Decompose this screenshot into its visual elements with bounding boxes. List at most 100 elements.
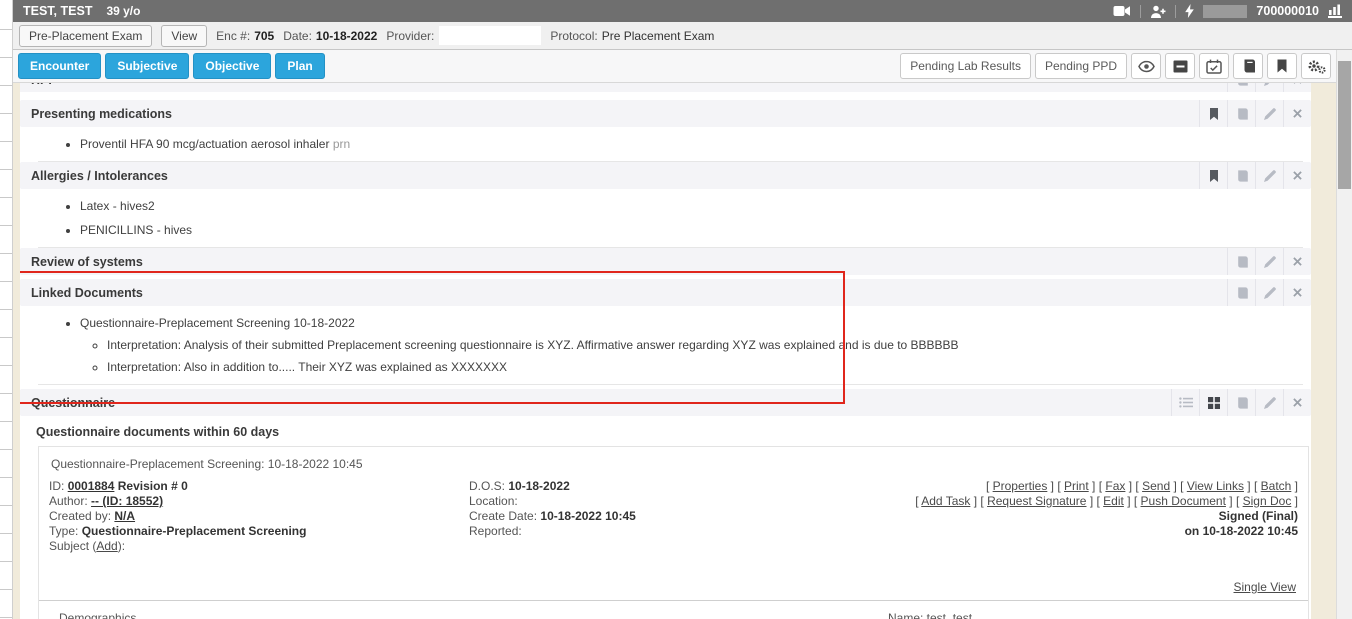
document-id-link[interactable]: 0001884 (68, 479, 115, 493)
patient-age: 39 y/o (106, 4, 140, 18)
journal-icon[interactable] (1227, 279, 1255, 306)
send-link[interactable]: Send (1142, 479, 1170, 493)
edit-icon[interactable] (1255, 162, 1283, 189)
grid-view-icon[interactable] (1199, 389, 1227, 416)
interpretation-text: Interpretation: Analysis of their submit… (107, 338, 959, 352)
questionnaire-document-panel: Questionnaire-Preplacement Screening: 10… (38, 446, 1309, 619)
allergy-text: PENICILLINS - hives (80, 223, 192, 237)
eye-icon[interactable] (1131, 53, 1161, 79)
print-link[interactable]: Print (1064, 479, 1089, 493)
bookmark-icon[interactable] (1267, 53, 1297, 79)
tab-encounter[interactable]: Encounter (18, 53, 101, 79)
scrollbar-thumb[interactable] (1338, 61, 1351, 189)
toolbar: Encounter Subjective Objective Plan Pend… (13, 50, 1336, 83)
left-ruler (0, 0, 13, 619)
provider-input[interactable] (439, 26, 541, 45)
section-header-review-of-systems: Review of systems (20, 248, 1311, 275)
view-links-link[interactable]: View Links (1187, 479, 1244, 493)
inbox-icon[interactable] (1165, 53, 1195, 79)
subject-label-end: ): (118, 539, 125, 553)
divider (1175, 5, 1176, 18)
enc-number-label: Enc #: (216, 29, 250, 43)
interpretation-item: Interpretation: Also in addition to.....… (107, 360, 1311, 375)
section-title: Linked Documents (31, 286, 143, 300)
interpretation-list: Interpretation: Analysis of their submit… (80, 331, 1311, 375)
remove-icon[interactable] (1283, 83, 1311, 92)
add-patient-icon[interactable] (1150, 5, 1166, 18)
add-task-link[interactable]: Add Task (921, 494, 970, 508)
properties-link[interactable]: Properties (993, 479, 1048, 493)
provider-label: Provider: (386, 29, 434, 43)
date-label: Date: (283, 29, 312, 43)
section-actions (1227, 83, 1311, 92)
journal-icon[interactable] (1227, 162, 1255, 189)
section-title: HPI (31, 83, 52, 87)
section-title: Allergies / Intolerances (31, 169, 168, 183)
edit-icon[interactable] (1255, 279, 1283, 306)
enc-number-value: 705 (254, 29, 274, 43)
document-actions-row2: Add Task Request Signature Edit Push Docume… (868, 494, 1298, 509)
edit-icon[interactable] (1255, 248, 1283, 275)
created-by-link[interactable]: N/A (114, 509, 135, 523)
patient-titlebar: TEST, TEST 39 y/o 700000010 (13, 0, 1352, 22)
reported-label: Reported: (469, 524, 522, 538)
subject-add-link[interactable]: Add (96, 539, 117, 553)
edit-icon[interactable] (1255, 389, 1283, 416)
remove-icon[interactable] (1283, 162, 1311, 189)
settings-gears-icon[interactable] (1301, 53, 1331, 79)
single-view-link[interactable]: Single View (1234, 580, 1296, 594)
divider (38, 384, 1303, 385)
list-view-icon[interactable] (1171, 389, 1199, 416)
push-document-link[interactable]: Push Document (1141, 494, 1226, 508)
bookmark-icon[interactable] (1199, 162, 1227, 189)
bar-chart-icon[interactable] (1328, 4, 1342, 18)
sign-doc-link[interactable]: Sign Doc (1243, 494, 1292, 508)
batch-link[interactable]: Batch (1261, 479, 1292, 493)
remove-icon[interactable] (1283, 279, 1311, 306)
view-button[interactable]: View (161, 25, 207, 47)
bookmark-icon[interactable] (1199, 100, 1227, 127)
edit-icon[interactable] (1255, 83, 1283, 92)
medication-item: Proventil HFA 90 mcg/actuation aerosol i… (80, 137, 1311, 152)
patient-name: TEST, TEST (23, 4, 92, 18)
allergy-item: Latex - hives2 (80, 199, 1311, 214)
document-info-middle: D.O.S: 10-18-2022 Location: Create Date:… (469, 479, 868, 554)
calendar-icon[interactable] (1199, 53, 1229, 79)
fax-link[interactable]: Fax (1105, 479, 1125, 493)
journal-icon[interactable] (1227, 389, 1255, 416)
remove-icon[interactable] (1283, 389, 1311, 416)
encounter-bar: Pre-Placement Exam View Enc #: 705 Date:… (13, 22, 1352, 50)
linked-documents-section: Linked Documents Questionnaire-Preplacem… (20, 279, 1311, 384)
remove-icon[interactable] (1283, 100, 1311, 127)
section-actions (1199, 100, 1311, 127)
tab-plan[interactable]: Plan (275, 53, 324, 79)
titlebar-actions: 700000010 (1113, 4, 1342, 18)
tab-subjective[interactable]: Subjective (105, 53, 189, 79)
vertical-scrollbar[interactable] (1336, 50, 1352, 619)
section-title: Review of systems (31, 255, 143, 269)
author-link[interactable]: -- (ID: 18552) (91, 494, 163, 508)
demographics-label: Demographics (49, 611, 136, 619)
pending-lab-results-button[interactable]: Pending Lab Results (900, 53, 1031, 79)
journal-icon[interactable] (1227, 100, 1255, 127)
journal-icon[interactable] (1227, 83, 1255, 92)
video-camera-icon[interactable] (1113, 5, 1131, 17)
document-actions-row1: Properties Print Fax Send View Links Batch (868, 479, 1298, 494)
remove-icon[interactable] (1283, 248, 1311, 275)
journal-icon[interactable] (1227, 248, 1255, 275)
journal-icon[interactable] (1233, 53, 1263, 79)
allergy-list: Latex - hives2 PENICILLINS - hives (20, 189, 1311, 247)
request-signature-link[interactable]: Request Signature (987, 494, 1086, 508)
edit-icon[interactable] (1255, 100, 1283, 127)
encounter-type-button[interactable]: Pre-Placement Exam (19, 25, 152, 47)
document-info-row: ID: 0001884 Revision # 0 Author: -- (ID:… (49, 479, 1298, 554)
pending-ppd-button[interactable]: Pending PPD (1035, 53, 1127, 79)
allergy-text: Latex - hives2 (80, 199, 155, 213)
tab-objective[interactable]: Objective (193, 53, 271, 79)
content-area: HPI Presenting medications Proventil HFA… (13, 83, 1336, 619)
section-title: Presenting medications (31, 107, 172, 121)
linked-document-title: Questionnaire-Preplacement Screening 10-… (80, 316, 355, 330)
flash-icon[interactable] (1185, 4, 1194, 18)
section-hpi-clipped: HPI (20, 83, 1311, 92)
edit-link[interactable]: Edit (1103, 494, 1124, 508)
